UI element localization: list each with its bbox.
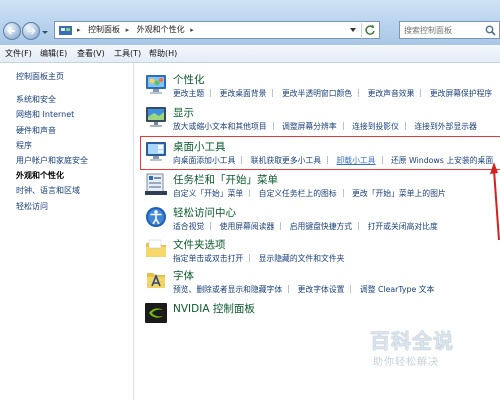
folder-options-title[interactable]: 文件夹选项 [173, 237, 226, 252]
title-bar: ▸ 控制面板 ▸ 外观和个性化 ▸ [0, 0, 500, 45]
ease-of-access-icon[interactable] [144, 205, 168, 229]
personalization-icon[interactable] [144, 72, 168, 96]
link-customize-start-menu[interactable]: 自定义「开始」菜单 [173, 188, 243, 199]
link-cleartype[interactable]: 调整 ClearType 文本 [360, 284, 434, 295]
nav-hardware-sound[interactable]: 硬件和声音 [16, 125, 56, 136]
link-change-desktop-background[interactable]: 更改桌面背景 [220, 88, 267, 99]
link-get-more-gadgets[interactable]: 联机获取更多小工具 [251, 155, 321, 166]
search-box[interactable] [399, 21, 500, 39]
link-high-contrast[interactable]: 打开或关闭高对比度 [368, 221, 438, 232]
link-connect-projector[interactable]: 连接到投影仪 [352, 121, 399, 132]
nav-programs[interactable]: 程序 [16, 140, 32, 151]
breadcrumb-appearance[interactable]: 外观和个性化 [137, 25, 185, 34]
address-bar[interactable]: ▸ 控制面板 ▸ 外观和个性化 ▸ [54, 21, 380, 39]
forward-arrow-icon [28, 27, 36, 35]
link-add-gadgets[interactable]: 向桌面添加小工具 [173, 155, 235, 166]
back-arrow-icon [7, 27, 15, 35]
search-icon[interactable] [485, 25, 496, 36]
menu-help[interactable]: 帮助(H) [149, 48, 177, 59]
display-links: 放大或缩小文本和其他项目 调整屏幕分辨率 连接到投影仪 连接到外部显示器 [173, 121, 500, 132]
personalization-links: 更改主题 更改桌面背景 更改半透明窗口颜色 更改声音效果 更改屏幕保护程序 [173, 88, 500, 99]
left-navigation-pane: 控制面板主页 系统和安全 网络和 Internet 硬件和声音 程序 用户帐户和… [0, 63, 134, 400]
back-button[interactable] [3, 22, 21, 40]
link-external-display[interactable]: 连接到外部显示器 [414, 121, 476, 132]
fonts-title[interactable]: 字体 [173, 268, 194, 283]
link-change-window-color[interactable]: 更改半透明窗口颜色 [282, 88, 352, 99]
nvidia-title[interactable]: NVIDIA 控制面板 [173, 301, 255, 316]
link-fit-vision[interactable]: 适合视觉 [173, 221, 204, 232]
gadgets-icon[interactable] [144, 139, 168, 163]
link-show-hidden-files[interactable]: 显示隐藏的文件和文件夹 [259, 253, 345, 264]
recent-pages-dropdown-icon[interactable] [41, 28, 49, 36]
link-font-settings[interactable]: 更改字体设置 [298, 284, 345, 295]
display-icon[interactable] [144, 105, 168, 129]
address-dropdown-icon[interactable] [349, 27, 357, 33]
desktop-gadgets-links: 向桌面添加小工具 联机获取更多小工具 卸载小工具 还原 Windows 上安装的… [173, 155, 500, 166]
nvidia-icon[interactable] [144, 301, 168, 325]
taskbar-icon[interactable] [144, 172, 168, 196]
link-screen-reader[interactable]: 使用屏幕阅读器 [220, 221, 275, 232]
menu-tools[interactable]: 工具(T) [114, 48, 141, 59]
taskbar-title[interactable]: 任务栏和「开始」菜单 [173, 172, 278, 187]
link-uninstall-gadget[interactable]: 卸载小工具 [337, 155, 376, 166]
nav-network-internet[interactable]: 网络和 Internet [16, 109, 74, 120]
link-single-double-click[interactable]: 指定单击或双击打开 [173, 253, 243, 264]
display-title[interactable]: 显示 [173, 105, 194, 120]
link-screen-resolution[interactable]: 调整屏幕分辨率 [282, 121, 337, 132]
personalization-title[interactable]: 个性化 [173, 72, 205, 87]
link-change-screensaver[interactable]: 更改屏幕保护程序 [430, 88, 492, 99]
watermark-subtitle: 助你轻松解决 [373, 357, 439, 368]
link-preview-fonts[interactable]: 预览、删除或者显示和隐藏字体 [173, 284, 282, 295]
ease-of-access-title[interactable]: 轻松访问中心 [173, 205, 236, 220]
taskbar-links: 自定义「开始」菜单 自定义任务栏上的图标 更改「开始」菜单上的图片 [173, 188, 500, 199]
breadcrumb-separator[interactable]: ▸ [190, 26, 194, 34]
ease-of-access-links: 适合视觉 使用屏幕阅读器 启用键盘快捷方式 打开或关闭高对比度 [173, 221, 500, 232]
link-restore-gadgets[interactable]: 还原 Windows 上安装的桌面 [391, 155, 493, 166]
watermark-title: 百科全说 [370, 329, 454, 353]
menu-edit[interactable]: 编辑(E) [40, 48, 67, 59]
nav-ease-of-access[interactable]: 轻松访问 [16, 201, 48, 212]
search-input[interactable] [404, 23, 484, 37]
folder-options-links: 指定单击或双击打开 显示隐藏的文件和文件夹 [173, 253, 500, 264]
breadcrumb: ▸ 控制面板 ▸ 外观和个性化 ▸ [77, 24, 199, 35]
link-keyboard-shortcuts[interactable]: 启用键盘快捷方式 [290, 221, 352, 232]
menu-file[interactable]: 文件(F) [5, 48, 32, 59]
menu-bar: 文件(F) 编辑(E) 查看(V) 工具(T) 帮助(H) [0, 45, 500, 63]
nav-appearance-personalization[interactable]: 外观和个性化 [16, 170, 64, 181]
nav-user-accounts[interactable]: 用户帐户和家庭安全 [16, 155, 88, 166]
refresh-button[interactable] [361, 23, 377, 37]
annotation-arrow [490, 162, 500, 240]
nav-system-security[interactable]: 系统和安全 [16, 94, 56, 105]
link-customize-taskbar-icons[interactable]: 自定义任务栏上的图标 [259, 188, 337, 199]
watermark: 百科全说 助你轻松解决 [370, 325, 490, 375]
link-change-theme[interactable]: 更改主题 [173, 88, 204, 99]
link-change-start-picture[interactable]: 更改「开始」菜单上的图片 [352, 188, 446, 199]
desktop-gadgets-title[interactable]: 桌面小工具 [173, 139, 226, 154]
fonts-links: 预览、删除或者显示和隐藏字体 更改字体设置 调整 ClearType 文本 [173, 284, 500, 295]
folder-options-icon[interactable] [144, 237, 168, 261]
control-panel-home-link[interactable]: 控制面板主页 [16, 71, 64, 82]
link-text-size[interactable]: 放大或缩小文本和其他项目 [173, 121, 267, 132]
link-change-sound-effects[interactable]: 更改声音效果 [368, 88, 415, 99]
menu-view[interactable]: 查看(V) [77, 48, 105, 59]
breadcrumb-separator[interactable]: ▸ [77, 26, 81, 34]
breadcrumb-control-panel[interactable]: 控制面板 [88, 25, 120, 34]
refresh-icon [365, 24, 375, 35]
breadcrumb-separator[interactable]: ▸ [126, 26, 130, 34]
nav-clock-language-region[interactable]: 时钟、语言和区域 [16, 185, 80, 196]
control-panel-icon [59, 26, 72, 35]
fonts-icon[interactable] [144, 268, 168, 292]
forward-button[interactable] [22, 22, 40, 40]
